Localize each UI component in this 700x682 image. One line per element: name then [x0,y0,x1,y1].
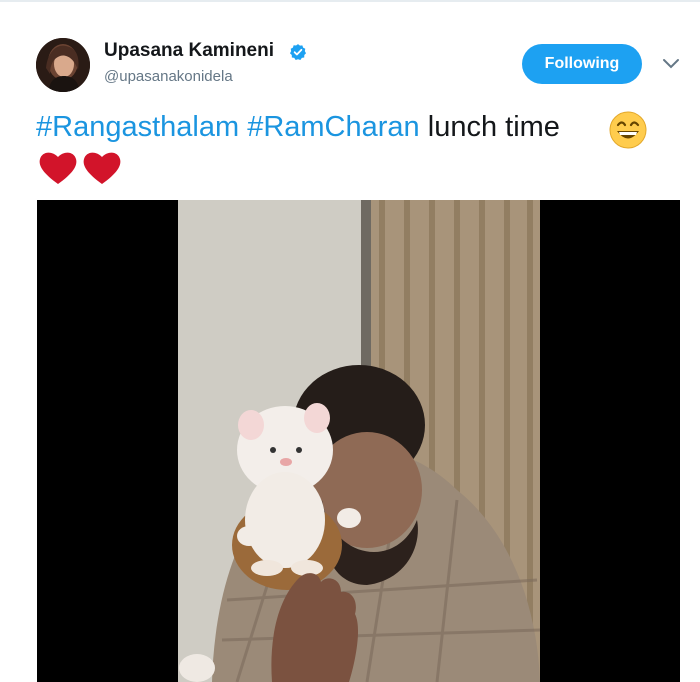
hashtag-ramcharan[interactable]: #RamCharan [247,111,419,143]
tweet-body-text: lunch time [427,111,560,143]
user-handle[interactable]: @upasanakonidela [104,68,233,85]
chevron-down-icon[interactable] [662,58,680,70]
hashtag-rangasthalam[interactable]: #Rangasthalam [36,111,239,143]
display-name[interactable]: Upasana Kamineni [104,40,274,62]
grinning-face-emoji-icon [609,111,647,149]
video-player[interactable] [37,200,680,682]
red-hearts-emoji-icon [39,152,121,184]
video-frame [178,200,541,682]
tweet-text: #Rangasthalam #RamCharan lunch time [36,108,676,146]
verified-badge-icon [289,44,307,60]
avatar[interactable] [36,38,90,92]
top-divider [0,0,700,2]
following-button[interactable]: Following [522,44,642,84]
